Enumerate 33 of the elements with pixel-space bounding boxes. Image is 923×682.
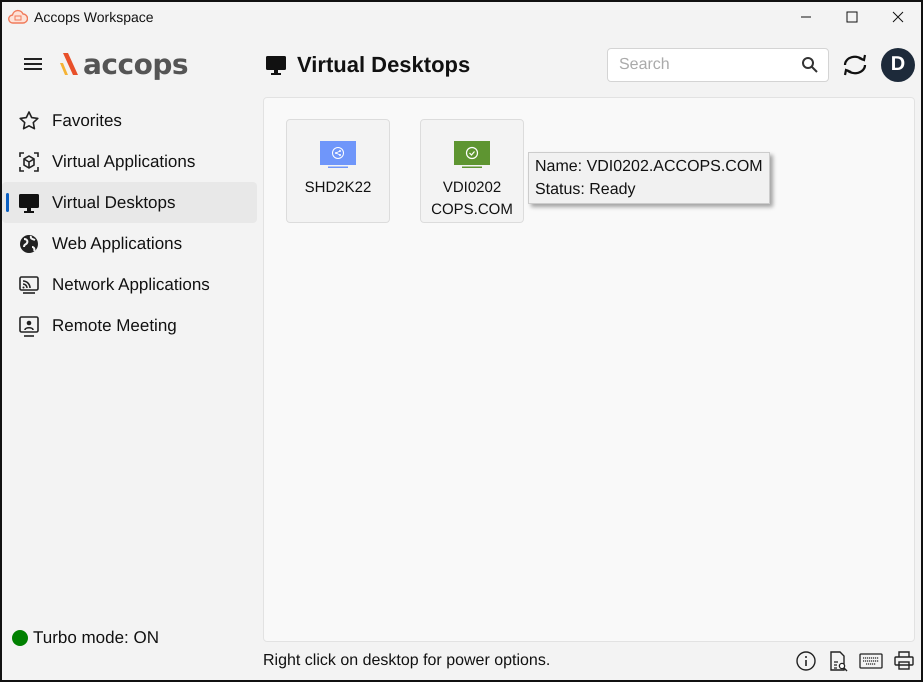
presenter-icon [18, 314, 40, 336]
monitor-icon [265, 54, 287, 76]
search-field[interactable]: Search [607, 48, 829, 82]
desktop-name: SHD2K22 [304, 179, 372, 196]
desktop-tile[interactable]: VDI0202 COPS.COM [420, 119, 524, 223]
info-icon[interactable] [795, 650, 817, 672]
sidebar-item[interactable]: Virtual Applications [2, 141, 257, 182]
page-title: Virtual Desktops [297, 52, 470, 78]
desktop-name: VDI0202 [442, 179, 502, 196]
cast-icon [18, 274, 40, 296]
desktop-tile[interactable]: SHD2K22 [286, 119, 390, 223]
sidebar-item[interactable]: Virtual Desktops [2, 182, 257, 223]
desktop-name: COPS.COM [431, 201, 513, 218]
sidebar-item[interactable]: Web Applications [2, 223, 257, 264]
printer-icon[interactable] [893, 650, 915, 672]
cube-icon [18, 150, 40, 172]
cloud-icon [8, 9, 28, 25]
window-title: Accops Workspace [34, 9, 155, 25]
star-icon [18, 110, 40, 132]
menu-icon[interactable] [23, 56, 43, 72]
status-text: Right click on desktop for power options. [263, 652, 550, 670]
sidebar-item[interactable]: Network Applications [2, 264, 257, 305]
monitor-icon [18, 192, 40, 214]
globe-icon [18, 232, 40, 254]
avatar[interactable]: D [881, 48, 915, 82]
turbo-mode-label: Turbo mode: ON [33, 628, 159, 648]
sidebar-item[interactable]: Favorites [2, 100, 257, 141]
sidebar-item[interactable]: Remote Meeting [2, 305, 257, 346]
search-icon [801, 56, 819, 74]
tooltip-text: Status: Ready [535, 180, 636, 200]
slash-mark-icon [59, 51, 81, 77]
tooltip-text: Name: VDI0202.ACCOPS.COM [535, 157, 763, 177]
logo-text: accops [83, 48, 188, 80]
